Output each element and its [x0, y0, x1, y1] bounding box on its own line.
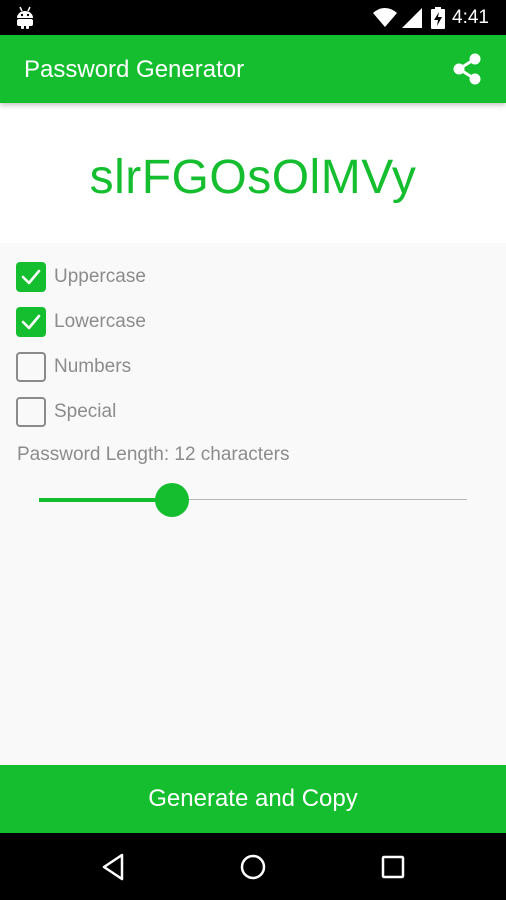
android-icon: [17, 6, 33, 29]
wifi-icon: [373, 8, 397, 27]
status-clock: 4:41: [452, 7, 489, 28]
recents-icon[interactable]: [378, 852, 408, 882]
battery-charging-icon: [431, 7, 445, 29]
signal-icon: [402, 8, 422, 28]
slider-thumb[interactable]: [154, 483, 189, 517]
option-special[interactable]: Special: [16, 394, 116, 430]
length-slider[interactable]: [39, 482, 467, 518]
option-label: Uppercase: [54, 266, 146, 287]
option-numbers[interactable]: Numbers: [16, 349, 131, 385]
option-label: Numbers: [54, 356, 132, 377]
home-icon[interactable]: [238, 852, 268, 882]
app-title: Password Generator: [24, 56, 245, 83]
app-bar: Password Generator: [0, 35, 506, 103]
option-uppercase[interactable]: Uppercase: [16, 259, 146, 295]
password-panel: slrFGOsOlMVy: [0, 103, 506, 243]
option-label: Special: [54, 401, 117, 422]
option-lowercase[interactable]: Lowercase: [16, 304, 146, 340]
lowercase-checkbox[interactable]: [16, 307, 46, 337]
share-button[interactable]: [446, 48, 488, 90]
generated-password[interactable]: slrFGOsOlMVy: [90, 150, 417, 205]
navigation-bar: [0, 833, 506, 900]
option-label: Lowercase: [54, 311, 146, 332]
special-checkbox[interactable]: [16, 397, 46, 427]
generate-and-copy-button[interactable]: Generate and Copy: [0, 765, 506, 833]
password-length-label: Password Length: 12 characters: [17, 444, 290, 465]
uppercase-checkbox[interactable]: [16, 262, 46, 292]
checkmark-icon: [21, 314, 41, 330]
back-icon[interactable]: [98, 852, 128, 882]
share-icon: [453, 53, 481, 85]
status-bar: 4:41: [0, 0, 506, 35]
generate-button-label: Generate and Copy: [148, 785, 358, 812]
checkmark-icon: [21, 269, 41, 285]
slider-fill: [39, 498, 172, 502]
numbers-checkbox[interactable]: [16, 352, 46, 382]
